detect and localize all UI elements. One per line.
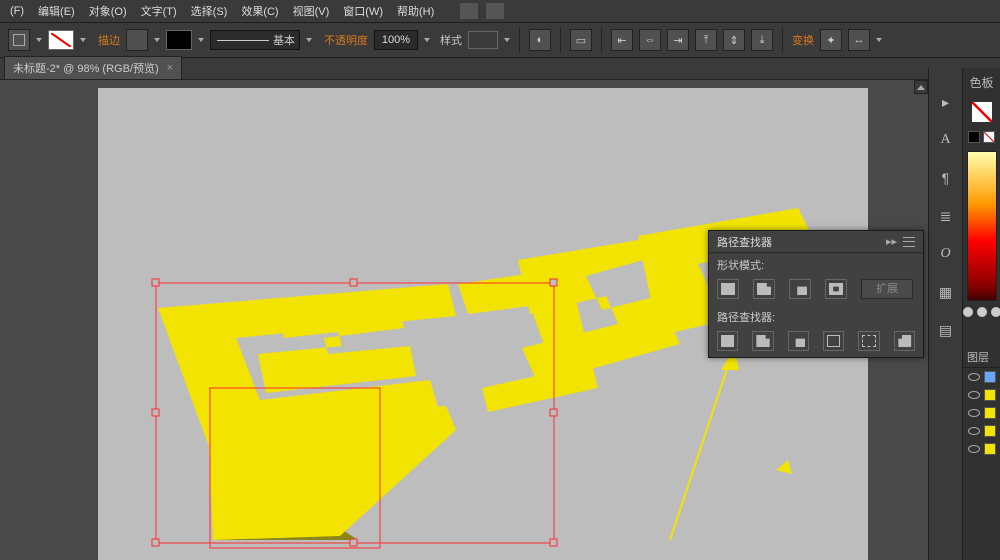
stroke-swatch[interactable] <box>48 30 74 50</box>
para-panel-icon[interactable]: ¶ <box>935 168 957 188</box>
doc-tab[interactable]: 未标题-2* @ 98% (RGB/预览) × <box>4 56 182 79</box>
align-bottom[interactable]: ⤓ <box>751 29 773 51</box>
glyphs-icon[interactable]: ≣ <box>935 206 957 226</box>
layer-row[interactable] <box>964 404 1000 422</box>
shape-mode-row: 扩展 <box>709 275 923 305</box>
eye-icon[interactable] <box>968 445 980 453</box>
layers-panel-tab[interactable]: 图层 <box>963 347 1000 368</box>
menu-type[interactable]: 文字(T) <box>135 0 183 22</box>
char-panel-icon[interactable]: A <box>935 130 957 150</box>
layer-row[interactable] <box>964 440 1000 458</box>
align-left[interactable]: ⇤ <box>611 29 633 51</box>
trim-button[interactable] <box>752 331 773 351</box>
collapsed-dock-a: ▸ A ¶ ≣ O ▦ ▤ <box>928 68 962 560</box>
recolor-icon[interactable]: ◐ <box>529 29 551 51</box>
panel-icon-2[interactable]: ▤ <box>935 320 957 340</box>
layer-row[interactable] <box>964 422 1000 440</box>
exclude-button[interactable] <box>825 279 847 299</box>
opacity-input[interactable]: 100% <box>374 30 418 50</box>
collapse-icon[interactable]: ▸▸ <box>886 235 897 248</box>
control-bar: 描边 基本 不透明度 100% 样式 ◐ ▭ ⇤ ⇔ ⇥ ⤒ ⇕ ⤓ 变换 ✦ … <box>0 22 1000 58</box>
menu-select[interactable]: 选择(S) <box>185 0 234 22</box>
layer-row[interactable] <box>964 386 1000 404</box>
panel-icon-1[interactable]: ▦ <box>935 282 957 302</box>
eye-icon[interactable] <box>968 409 980 417</box>
doc-tab-label: 未标题-2* @ 98% (RGB/预览) <box>13 60 159 76</box>
color-spectrum[interactable] <box>967 151 997 301</box>
style-label: 样式 <box>440 32 462 48</box>
menu-bar: (F) 编辑(E) 对象(O) 文字(T) 选择(S) 效果(C) 视图(V) … <box>0 0 1000 22</box>
pathfinder-title: 路径查找器 <box>717 234 772 250</box>
pathfinder-header[interactable]: 路径查找器 ▸▸ <box>709 231 923 253</box>
outline-button[interactable] <box>858 331 879 351</box>
align-right[interactable]: ⇥ <box>667 29 689 51</box>
doc-tab-row: 未标题-2* @ 98% (RGB/预览) × <box>0 58 1000 80</box>
play-icon[interactable]: ▸ <box>935 92 957 112</box>
pathfinders-row <box>709 327 923 357</box>
align-top[interactable]: ⤒ <box>695 29 717 51</box>
opacity-label: 不透明度 <box>324 32 368 48</box>
crop-button[interactable] <box>823 331 844 351</box>
eye-icon[interactable] <box>968 391 980 399</box>
color-panel-tab[interactable]: 色板 <box>967 72 995 97</box>
transform-panel-icon[interactable]: ✦ <box>820 29 842 51</box>
align-hcenter[interactable]: ⇔ <box>639 29 661 51</box>
close-icon[interactable]: × <box>167 62 173 74</box>
stroke-weight[interactable] <box>126 29 148 51</box>
swatch-none[interactable] <box>971 101 993 123</box>
menu-window[interactable]: 窗口(W) <box>337 0 389 22</box>
swatch-nostroke[interactable] <box>983 131 995 143</box>
eye-icon[interactable] <box>968 373 980 381</box>
transform-label: 变换 <box>792 32 814 48</box>
swatch-black[interactable] <box>968 131 980 143</box>
panel-menu-icon[interactable] <box>903 237 915 247</box>
collapsed-dock-b: 色板 图层 <box>962 68 1000 560</box>
graphic-style[interactable] <box>468 31 498 49</box>
fill-swatch[interactable] <box>8 29 30 51</box>
minus-front-button[interactable] <box>753 279 775 299</box>
intersect-button[interactable] <box>789 279 811 299</box>
expand-button[interactable]: 扩展 <box>861 279 913 299</box>
var-width-profile[interactable] <box>166 30 192 50</box>
menu-object[interactable]: 对象(O) <box>83 0 133 22</box>
doc-icon[interactable] <box>460 3 478 19</box>
layout-icon[interactable] <box>486 3 504 19</box>
brush-combo[interactable]: 基本 <box>210 30 300 50</box>
menu-help[interactable]: 帮助(H) <box>391 0 440 22</box>
fill-menu-icon[interactable] <box>36 38 42 42</box>
brush-presets[interactable] <box>963 307 1000 317</box>
minus-back-button[interactable] <box>894 331 915 351</box>
opentype-icon[interactable]: O <box>935 244 957 264</box>
merge-button[interactable] <box>788 331 809 351</box>
stroke-label: 描边 <box>98 32 120 48</box>
menu-view[interactable]: 视图(V) <box>287 0 336 22</box>
right-panels: ▸ A ¶ ≣ O ▦ ▤ 色板 图层 <box>928 68 1000 560</box>
align-vcenter[interactable]: ⇕ <box>723 29 745 51</box>
stroke-menu-icon[interactable] <box>80 38 86 42</box>
layer-row[interactable] <box>964 368 1000 386</box>
align-1[interactable]: ▭ <box>570 29 592 51</box>
menu-file[interactable]: (F) <box>4 2 30 20</box>
scroll-up-icon[interactable] <box>914 80 928 94</box>
scale-icon[interactable]: ↔ <box>848 29 870 51</box>
divide-button[interactable] <box>717 331 738 351</box>
pathfinder-panel[interactable]: 路径查找器 ▸▸ 形状模式: 扩展 路径查找器: <box>708 230 924 358</box>
eye-icon[interactable] <box>968 427 980 435</box>
unite-button[interactable] <box>717 279 739 299</box>
menu-effect[interactable]: 效果(C) <box>235 0 284 22</box>
pathfinders-label: 路径查找器: <box>709 305 923 327</box>
shape-mode-label: 形状模式: <box>709 253 923 275</box>
menu-edit[interactable]: 编辑(E) <box>32 0 81 22</box>
